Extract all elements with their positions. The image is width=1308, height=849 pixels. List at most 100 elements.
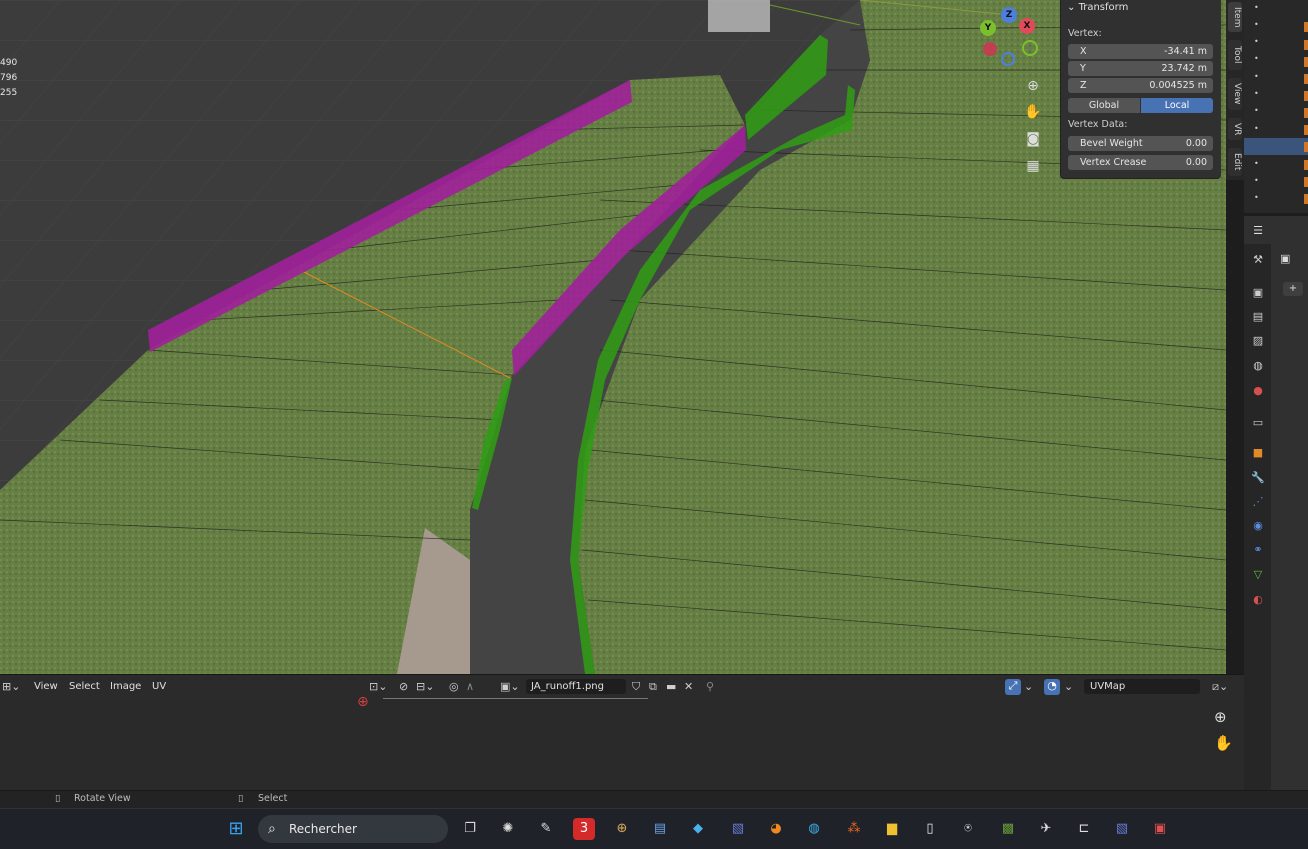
app-camera-icon[interactable]: ⊏	[1073, 818, 1095, 840]
grid-perspective-icon[interactable]: ▦	[1022, 155, 1044, 177]
windows-start-icon[interactable]: ⊞	[225, 818, 247, 840]
unlink-close-icon[interactable]: ✕	[684, 680, 693, 694]
new-image-icon[interactable]: ⧉	[649, 680, 657, 694]
material-icon[interactable]: ◐	[1251, 593, 1265, 607]
camera-icon[interactable]: ◙	[1022, 128, 1044, 150]
modifier-wrench-icon[interactable]: 🔧	[1251, 471, 1265, 485]
uv-editor-header: ⊞⌄ View Select Image UV ⊡⌄ ⊘ ⊟⌄ ◎ ∧ ▣⌄ J…	[0, 674, 1244, 699]
chatgpt-icon[interactable]: ✺	[497, 818, 519, 840]
image-name-field[interactable]: JA_runoff1.png	[526, 679, 626, 694]
app-cube-icon[interactable]: ◆	[687, 818, 709, 840]
app-badge-icon[interactable]: ⍟	[957, 818, 979, 840]
add-button[interactable]: +	[1283, 282, 1303, 296]
view-layer-icon[interactable]: ▨	[1251, 334, 1265, 348]
file-explorer-icon[interactable]: ▆	[881, 818, 903, 840]
object-icon[interactable]: ■	[1251, 446, 1265, 460]
particles-icon[interactable]: ⋰	[1251, 495, 1265, 509]
render-icon[interactable]: ▣	[1251, 286, 1265, 300]
taskbar-search-box[interactable]: ⌕ Rechercher	[258, 815, 448, 843]
overlay-dropdown-icon[interactable]: ⌄	[1064, 680, 1073, 694]
open-image-folder-icon[interactable]: ▬	[666, 680, 676, 694]
app-crosshair-icon[interactable]: ⊕	[611, 818, 633, 840]
editor-type-dropdown-icon[interactable]: ⊞⌄	[2, 680, 20, 694]
gizmo-x-axis[interactable]: X	[1019, 18, 1035, 34]
pan-hand-icon[interactable]: ✋	[1022, 101, 1044, 123]
menu-image[interactable]: Image	[110, 681, 141, 692]
minecraft-icon[interactable]: ▩	[997, 818, 1019, 840]
global-toggle[interactable]: Global	[1068, 98, 1140, 113]
blender-icon[interactable]: ◕	[765, 818, 787, 840]
fake-user-shield-icon[interactable]: ⛉	[632, 680, 640, 694]
vertex-z-field[interactable]: Z 0.004525 m	[1068, 78, 1213, 93]
overlay-icon[interactable]: ◔	[1044, 679, 1060, 695]
constraints-icon[interactable]: ⚭	[1251, 543, 1265, 557]
gizmo-neg-x[interactable]	[983, 42, 997, 56]
snap-icon[interactable]: ⊘	[399, 680, 408, 694]
uv-sync-icon[interactable]: ⤢	[1005, 679, 1021, 695]
gizmo-neg-y[interactable]	[1022, 40, 1038, 56]
app-dots-icon[interactable]: ⁂	[843, 818, 865, 840]
falloff-icon[interactable]: ∧	[466, 680, 474, 694]
image-browse-icon[interactable]: ▣⌄	[500, 680, 520, 694]
tab-item[interactable]: Item	[1228, 2, 1242, 32]
gizmo-z-axis[interactable]: Z	[1001, 7, 1017, 23]
pivot-icon[interactable]: ⊡⌄	[369, 680, 387, 694]
snap-target-icon[interactable]: ⊟⌄	[416, 680, 434, 694]
app-drone-icon[interactable]: ✈	[1035, 818, 1057, 840]
svg-text:•: •	[1254, 54, 1259, 63]
physics-icon[interactable]: ◉	[1251, 519, 1265, 533]
outliner-panel[interactable]: • • • • • • • • • • •	[1244, 0, 1308, 213]
uv-edge	[383, 698, 648, 699]
uv-pan-hand-icon[interactable]: ✋	[1214, 734, 1233, 752]
3d-viewport[interactable]: 490 796 255 Z X Y ⊕ ✋ ◙ ▦	[0, 0, 1226, 674]
notepad-icon[interactable]: ▯	[919, 818, 941, 840]
app-presentation-icon[interactable]: ▣	[1149, 818, 1171, 840]
rotate-view-hint: Rotate View	[74, 793, 131, 804]
uv-zoom-icon[interactable]: ⊕	[1214, 708, 1227, 726]
menu-select[interactable]: Select	[69, 681, 100, 692]
n-panel-transform: ⌄ Transform Vertex: X -34.41 m Y 23.742 m …	[1060, 0, 1221, 179]
app-striped-icon[interactable]: ▧	[727, 818, 749, 840]
proportional-edit-icon[interactable]: ◎	[449, 680, 459, 694]
bevel-weight-field[interactable]: Bevel Weight 0.00	[1068, 136, 1213, 151]
uvmap-field[interactable]: UVMap	[1084, 679, 1200, 694]
uv-sync-dropdown-icon[interactable]: ⌄	[1024, 680, 1033, 694]
menu-uv[interactable]: UV	[152, 681, 166, 692]
zoom-icon[interactable]: ⊕	[1022, 75, 1044, 97]
uv-editor-canvas[interactable]: ⊕ ⊕ ✋	[0, 694, 1244, 790]
viewport-scene[interactable]	[0, 0, 1226, 674]
gizmo-neg-z[interactable]	[1001, 52, 1015, 66]
task-view-icon[interactable]: ❐	[459, 818, 481, 840]
transform-header[interactable]: ⌄ Transform	[1067, 2, 1128, 13]
svg-text:•: •	[1254, 3, 1259, 12]
app-red-icon[interactable]: 3	[573, 818, 595, 840]
edge-browser-icon[interactable]: ◍	[803, 818, 825, 840]
vertex-y-field[interactable]: Y 23.742 m	[1068, 61, 1213, 76]
app-document-icon[interactable]: ▤	[649, 818, 671, 840]
output-icon[interactable]: ▤	[1251, 310, 1265, 324]
vertex-crease-field[interactable]: Vertex Crease 0.00	[1068, 155, 1213, 170]
pin-icon[interactable]: ⚲	[706, 680, 714, 694]
world-icon[interactable]: ●	[1251, 384, 1265, 398]
vertex-x-field[interactable]: X -34.41 m	[1068, 44, 1213, 59]
svg-text:•: •	[1254, 124, 1259, 133]
scene-icon[interactable]: ◍	[1251, 359, 1265, 373]
app-pen-icon[interactable]: ✎	[535, 818, 557, 840]
tab-tool[interactable]: Tool	[1228, 40, 1242, 70]
windows-taskbar: ⊞ ⌕ Rechercher ❐ ✺ ✎ 3 ⊕ ▤ ◆ ▧ ◕ ◍ ⁂ ▆ ▯…	[0, 808, 1308, 849]
collection-icon[interactable]: ▭	[1251, 416, 1265, 430]
properties-object-icon[interactable]: ▣	[1280, 252, 1290, 265]
select-hint: Select	[258, 793, 288, 804]
mesh-data-icon[interactable]: ▽	[1251, 568, 1265, 582]
editor-type-icon[interactable]: ☰	[1251, 224, 1265, 238]
app-striped-2-icon[interactable]: ▧	[1111, 818, 1133, 840]
tab-view[interactable]: View	[1228, 78, 1242, 110]
display-mode-icon[interactable]: ⧄⌄	[1212, 680, 1228, 694]
tab-edit[interactable]: Edit	[1228, 148, 1242, 176]
gizmo-y-axis[interactable]: Y	[980, 20, 996, 36]
tab-vr[interactable]: VR	[1228, 118, 1242, 140]
menu-view[interactable]: View	[34, 681, 58, 692]
svg-text:•: •	[1254, 37, 1259, 46]
local-toggle[interactable]: Local	[1141, 98, 1213, 113]
tool-icon[interactable]: ⚒	[1251, 253, 1265, 267]
